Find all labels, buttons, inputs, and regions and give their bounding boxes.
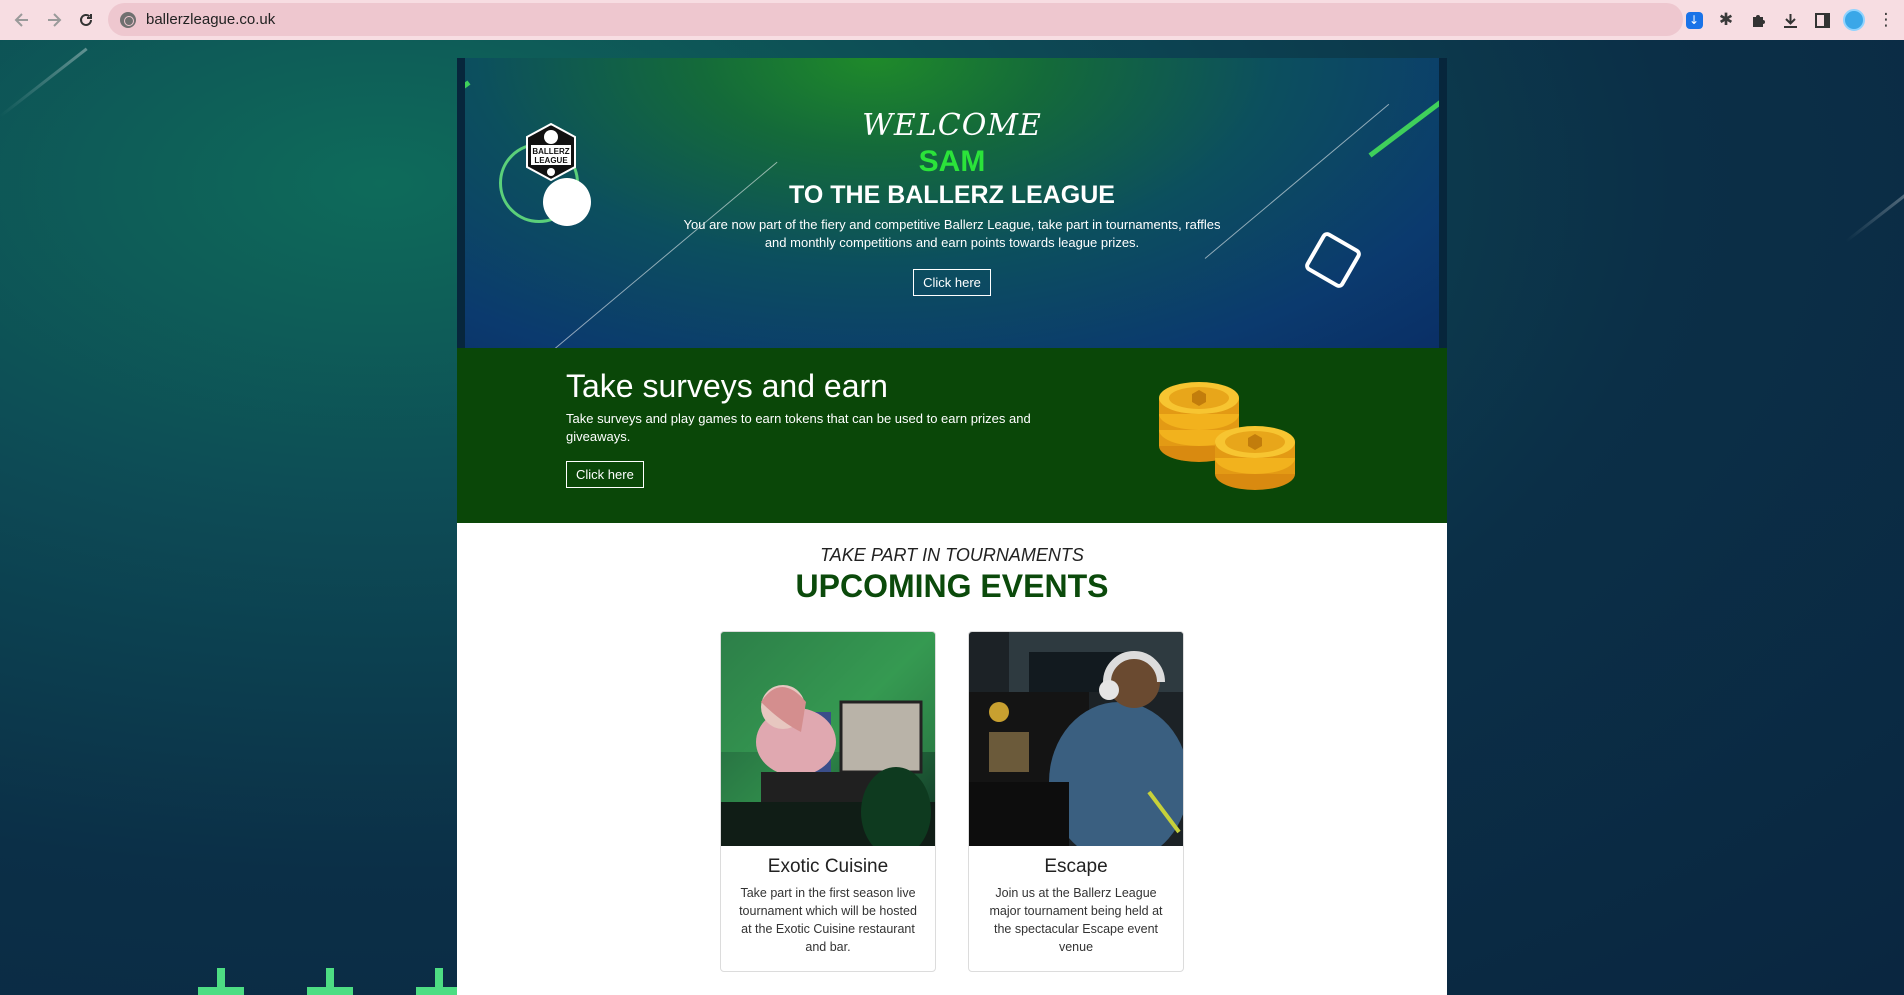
surveys-title: Take surveys and earn [566,368,888,404]
event-card-escape[interactable]: Escape Join us at the Ballerz League maj… [968,631,1184,972]
league-title: TO THE BALLERZ LEAGUE [789,181,1115,209]
arrow-left-icon [14,13,28,27]
downloads-button[interactable] [1776,6,1804,34]
event-card-description: Join us at the Ballerz League major tour… [989,886,1163,954]
reload-button[interactable] [70,2,102,38]
welcome-hero: BALLERZ LEAGUE WELCOME SAM TO THE BALLER… [457,58,1447,348]
url-text[interactable]: ballerzleague.co.uk [146,11,275,28]
surveys-click-here-button[interactable]: Click here [566,461,644,488]
more-vertical-icon: ⋮ [1877,10,1895,30]
avatar [1843,9,1865,31]
decor-stripe [465,80,471,103]
profile-button[interactable] [1840,6,1868,34]
back-button[interactable] [6,2,38,38]
download-extension-button[interactable]: ↓ [1680,6,1708,34]
reload-icon [80,13,92,26]
hero-text: WELCOME SAM TO THE BALLERZ LEAGUE You ar… [465,108,1439,296]
surveys-section: Take surveys and earn Take surveys and p… [457,348,1447,523]
plus-icon [416,968,462,995]
main-container: BALLERZ LEAGUE WELCOME SAM TO THE BALLER… [457,58,1447,995]
browser-toolbar: ballerzleague.co.uk ↓ ✱ ⋮ [0,0,1904,40]
site-info-icon[interactable] [120,11,136,28]
event-image-gamer-headset [969,632,1183,846]
bug-icon: ✱ [1718,10,1734,30]
extensions-area: ↓ ✱ ⋮ [1680,0,1904,40]
welcome-heading: WELCOME [862,108,1042,143]
gamer-headset-photo [969,632,1183,846]
background-decor-line [1845,184,1904,243]
plus-icon [198,968,244,995]
events-section: TAKE PART IN TOURNAMENTS UPCOMING EVENTS [457,523,1447,995]
download-icon [1783,13,1797,28]
event-card-description: Take part in the first season live tourn… [739,886,917,954]
events-kicker: TAKE PART IN TOURNAMENTS [820,545,1084,565]
plus-icon [307,968,353,995]
address-bar[interactable]: ballerzleague.co.uk [108,3,1683,36]
event-image-gamer-girl [721,632,935,846]
side-panel-button[interactable] [1808,6,1836,34]
background-decor-line [0,47,88,118]
event-card-title: Escape [1044,856,1108,877]
hero-description: You are now part of the fiery and compet… [683,217,1221,250]
puzzle-icon [1752,14,1765,27]
coins-icon [1159,382,1295,490]
extensions-button[interactable] [1744,6,1772,34]
bug-extension-button[interactable]: ✱ [1712,6,1740,34]
side-panel-icon [1814,12,1830,28]
event-cards: Exotic Cuisine Take part in the first se… [720,631,1184,972]
menu-button[interactable]: ⋮ [1872,6,1900,34]
download-extension-icon: ↓ [1685,11,1703,29]
surveys-text: Take surveys and earn Take surveys and p… [566,366,1086,488]
hero-click-here-button[interactable]: Click here [913,269,991,296]
events-title: UPCOMING EVENTS [795,568,1109,604]
event-card-title: Exotic Cuisine [767,856,889,877]
gamer-girl-photo [721,632,935,846]
arrow-right-icon [48,13,62,27]
surveys-description: Take surveys and play games to earn toke… [566,411,1031,444]
event-card-exotic-cuisine[interactable]: Exotic Cuisine Take part in the first se… [720,631,936,972]
forward-button[interactable] [38,2,70,38]
user-name: SAM [918,145,986,178]
